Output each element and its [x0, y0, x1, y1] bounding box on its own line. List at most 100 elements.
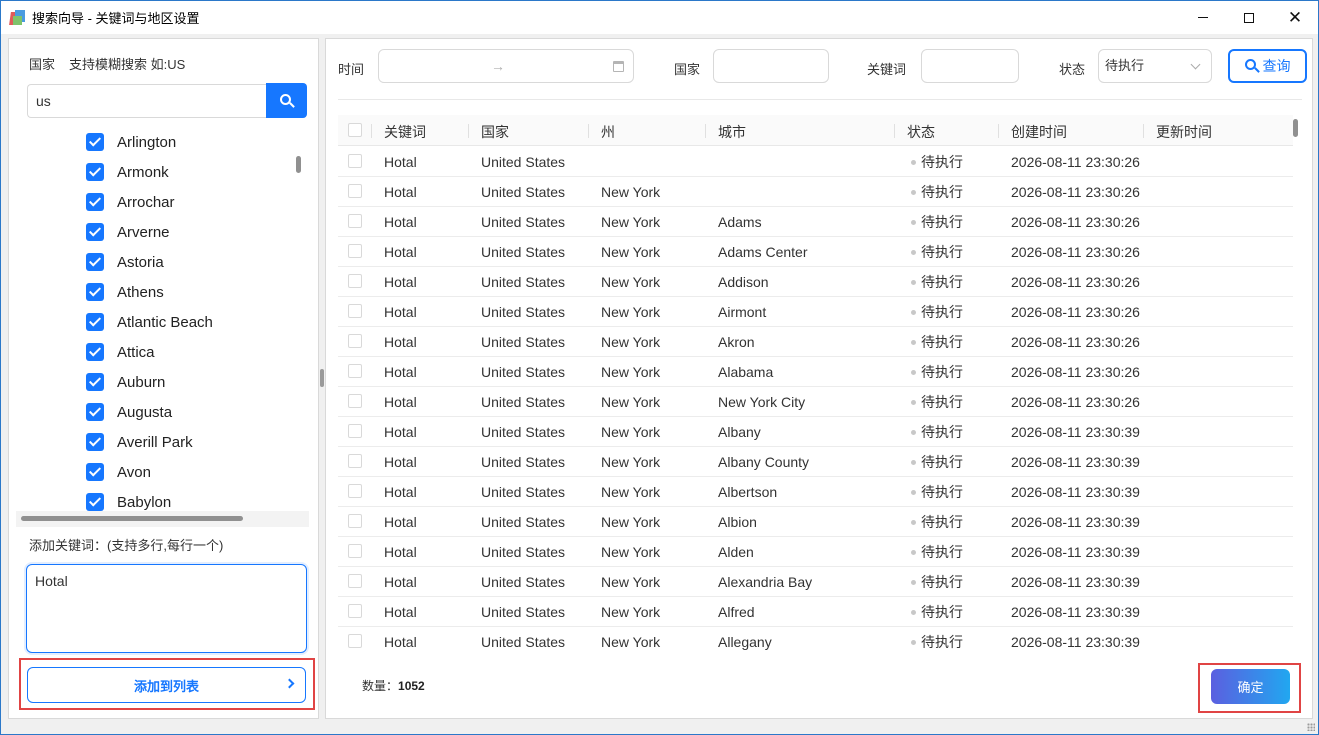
tree-item[interactable]: Auburn [86, 367, 165, 397]
table-row[interactable]: Hotal United States New York Albany County 待… [338, 447, 1293, 477]
tree-item[interactable]: Attica [86, 337, 155, 367]
column-header-state[interactable]: 州 [601, 122, 615, 142]
country-search-input[interactable]: us [27, 84, 267, 118]
row-checkbox[interactable] [348, 184, 362, 198]
row-checkbox[interactable] [348, 634, 362, 648]
tree-item-checkbox[interactable] [86, 463, 104, 481]
table-row[interactable]: Hotal United States New York Allegany 待执行 202… [338, 627, 1293, 655]
cell-city: Addison [718, 274, 769, 290]
row-checkbox[interactable] [348, 574, 362, 588]
tree-item[interactable]: Athens [86, 277, 164, 307]
column-header-keyword[interactable]: 关键词 [384, 122, 426, 142]
row-checkbox[interactable] [348, 214, 362, 228]
table-row[interactable]: Hotal United States New York Akron 待执行 2026-0… [338, 327, 1293, 357]
table-row[interactable]: Hotal United States New York New York City 待… [338, 387, 1293, 417]
region-tree[interactable]: Arlington Armonk Arrochar Arverne Astoria Ath… [16, 127, 309, 527]
cell-status: 待执行 [921, 394, 963, 410]
tree-item-checkbox[interactable] [86, 313, 104, 331]
row-checkbox[interactable] [348, 274, 362, 288]
minimize-button[interactable] [1180, 1, 1226, 34]
filter-divider [338, 99, 1302, 100]
tree-item[interactable]: Arlington [86, 127, 176, 157]
tree-hscroll-thumb[interactable] [21, 516, 243, 521]
table-row[interactable]: Hotal United States New York Airmont 待执行 2026… [338, 297, 1293, 327]
close-button[interactable]: ✕ [1272, 1, 1318, 34]
row-checkbox[interactable] [348, 244, 362, 258]
table-row[interactable]: Hotal United States New York 待执行 2026-08-11 … [338, 177, 1293, 207]
table-vscroll-thumb[interactable] [1293, 119, 1298, 137]
column-header-status[interactable]: 状态 [907, 122, 935, 142]
column-header-country[interactable]: 国家 [481, 122, 509, 142]
table-row[interactable]: Hotal United States New York Albany 待执行 2026-… [338, 417, 1293, 447]
tree-item[interactable]: Atlantic Beach [86, 307, 213, 337]
table-row[interactable]: Hotal United States New York Adams Center 待执… [338, 237, 1293, 267]
cell-status: 待执行 [921, 334, 963, 350]
cell-state: New York [601, 484, 661, 500]
tree-vscroll-thumb[interactable] [296, 156, 301, 173]
keyword-textarea[interactable]: Hotal [26, 564, 307, 653]
row-checkbox[interactable] [348, 424, 362, 438]
panel-splitter[interactable] [320, 369, 324, 387]
table-row[interactable]: Hotal United States New York Alden 待执行 2026-0… [338, 537, 1293, 567]
column-header-created-time[interactable]: 创建时间 [1011, 122, 1067, 142]
tree-item-checkbox[interactable] [86, 433, 104, 451]
keyword-filter-input[interactable] [921, 49, 1019, 83]
resize-grip-icon[interactable] [1307, 723, 1315, 731]
cell-country: United States [481, 574, 566, 590]
tree-item[interactable]: Arrochar [86, 187, 175, 217]
tree-item-checkbox[interactable] [86, 403, 104, 421]
tree-item[interactable]: Astoria [86, 247, 164, 277]
tree-item-checkbox[interactable] [86, 343, 104, 361]
record-count: 数量：1052 [362, 677, 425, 694]
column-header-city[interactable]: 城市 [718, 122, 746, 142]
tree-item[interactable]: Avon [86, 457, 151, 487]
tree-item-checkbox[interactable] [86, 223, 104, 241]
table-row[interactable]: Hotal United States New York Alfred 待执行 2026-… [338, 597, 1293, 627]
tree-item[interactable]: Augusta [86, 397, 172, 427]
cell-created-time: 2026-08-11 23:30:26 [1011, 274, 1140, 290]
table-row[interactable]: Hotal United States New York Adams 待执行 2026-0… [338, 207, 1293, 237]
table-row[interactable]: Hotal United States New York Albion 待执行 2026-… [338, 507, 1293, 537]
tree-item-checkbox[interactable] [86, 133, 104, 151]
tree-item[interactable]: Armonk [86, 157, 169, 187]
tree-item-checkbox[interactable] [86, 373, 104, 391]
row-checkbox[interactable] [348, 394, 362, 408]
keyword-filter-label: 关键词 [867, 62, 907, 77]
table-row[interactable]: Hotal United States New York Albertson 待执行 20… [338, 477, 1293, 507]
tree-item-checkbox[interactable] [86, 253, 104, 271]
country-search-button[interactable] [266, 83, 307, 118]
row-checkbox[interactable] [348, 304, 362, 318]
tree-item-checkbox[interactable] [86, 193, 104, 211]
cell-created-time: 2026-08-11 23:30:39 [1011, 454, 1140, 470]
tree-item-checkbox[interactable] [86, 283, 104, 301]
column-header-updated-time[interactable]: 更新时间 [1156, 122, 1212, 142]
country-filter-input[interactable] [713, 49, 829, 83]
row-checkbox[interactable] [348, 334, 362, 348]
maximize-button[interactable] [1226, 1, 1272, 34]
row-checkbox[interactable] [348, 454, 362, 468]
cell-keyword: Hotal [384, 364, 417, 380]
row-checkbox[interactable] [348, 604, 362, 618]
row-checkbox[interactable] [348, 514, 362, 528]
date-range-picker[interactable]: → [378, 49, 634, 83]
row-checkbox[interactable] [348, 154, 362, 168]
query-button[interactable]: 查询 [1228, 49, 1307, 83]
cell-country: United States [481, 214, 566, 230]
tree-item[interactable]: Averill Park [86, 427, 193, 457]
cell-created-time: 2026-08-11 23:30:39 [1011, 484, 1140, 500]
row-checkbox[interactable] [348, 544, 362, 558]
tree-item-checkbox[interactable] [86, 163, 104, 181]
table-row[interactable]: Hotal United States New York Alabama 待执行 2026… [338, 357, 1293, 387]
table-row[interactable]: Hotal United States 待执行 2026-08-11 23:30:26 [338, 147, 1293, 177]
table-row[interactable]: Hotal United States New York Addison 待执行 2026… [338, 267, 1293, 297]
confirm-button[interactable]: 确定 [1211, 669, 1290, 704]
row-checkbox[interactable] [348, 364, 362, 378]
status-select[interactable]: 待执行 [1098, 49, 1212, 83]
tree-item-checkbox[interactable] [86, 493, 104, 511]
select-all-checkbox[interactable] [348, 123, 362, 137]
tree-item[interactable]: Arverne [86, 217, 170, 247]
table-row[interactable]: Hotal United States New York Alexandria Bay… [338, 567, 1293, 597]
row-checkbox[interactable] [348, 484, 362, 498]
wizard-window: 搜索向导 - 关键词与地区设置 ✕ 国家 支持模糊搜索 如:US us Arli… [0, 0, 1319, 735]
add-to-list-button[interactable]: 添加到列表 [27, 667, 306, 703]
